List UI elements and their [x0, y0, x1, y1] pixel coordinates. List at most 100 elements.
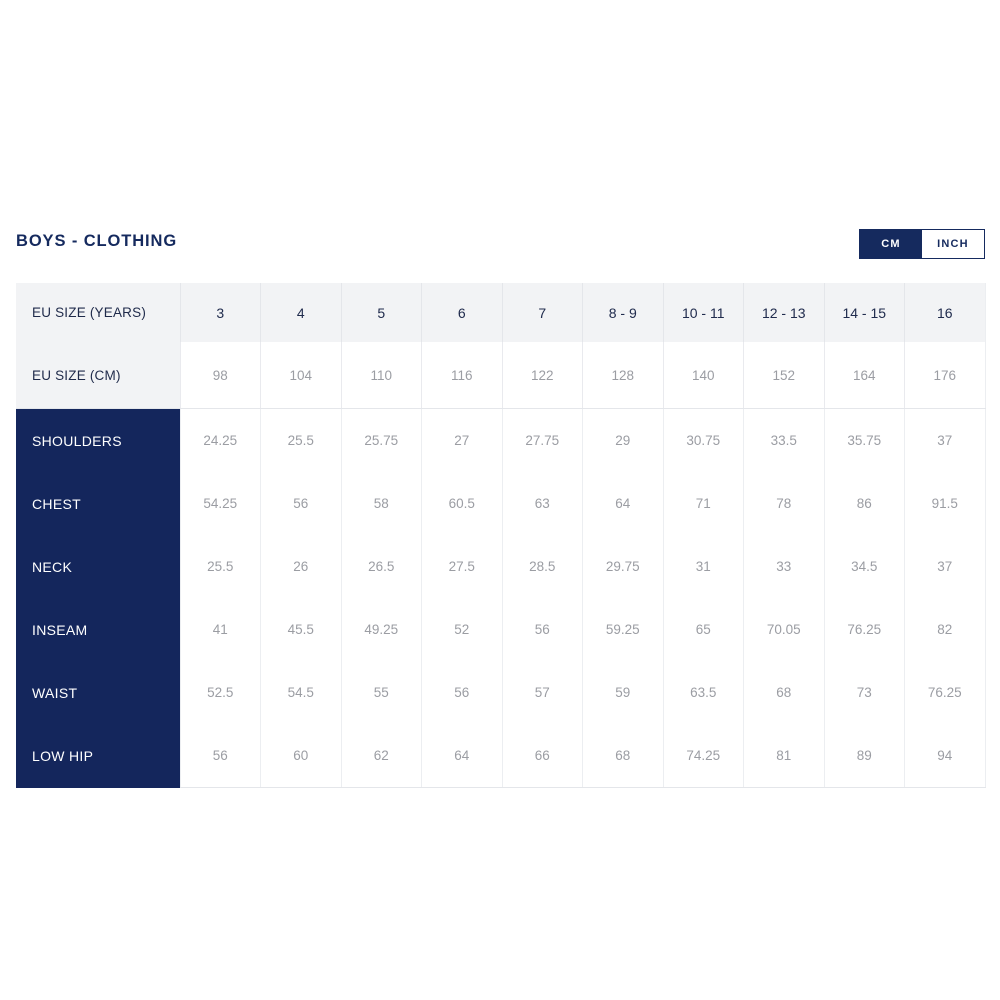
- column-header-size: 7: [501, 283, 583, 342]
- unit-toggle-inch-button[interactable]: INCH: [922, 230, 984, 258]
- measurement-value: 78: [743, 472, 824, 535]
- column-header-size: 8 - 9: [582, 283, 663, 342]
- measurement-value: 74.25: [662, 724, 744, 788]
- header-label-eu-size-years: EU SIZE (YEARS): [16, 283, 180, 342]
- unit-toggle-cm-button[interactable]: CM: [860, 230, 922, 258]
- column-header-size: 14 - 15: [823, 283, 905, 342]
- measurement-value: 60: [260, 724, 341, 788]
- column-header-size: 3: [179, 283, 261, 342]
- measurement-value: 71: [662, 472, 744, 535]
- size-chart-page: BOYS - CLOTHING CM INCH EU SIZE (YEARS) …: [0, 0, 1000, 1000]
- column-header-cm: 152: [743, 342, 824, 409]
- measurement-value: 56: [260, 472, 341, 535]
- column-header-cm: 98: [179, 342, 261, 409]
- measurement-value: 33.5: [743, 408, 824, 472]
- measurement-value: 25.5: [260, 408, 341, 472]
- unit-toggle[interactable]: CM INCH: [859, 229, 985, 259]
- measurement-value: 64: [582, 472, 663, 535]
- measurement-value: 81: [743, 724, 824, 788]
- header-row-eu-size-years: EU SIZE (YEARS) 3 4 5 6 7 8 - 9 10 - 11 …: [16, 283, 986, 342]
- measurement-value: 29.75: [582, 535, 663, 598]
- chart-header: BOYS - CLOTHING CM INCH: [16, 226, 985, 266]
- table-row: LOW HIP 56 60 62 64 66 68 74.25 81 89 94: [16, 724, 986, 788]
- header-row-eu-size-cm: EU SIZE (CM) 98 104 110 116 122 128 140 …: [16, 342, 986, 409]
- measurement-value: 65: [662, 598, 744, 661]
- measurement-value: 59: [582, 661, 663, 724]
- measurement-value: 29: [582, 408, 663, 472]
- measurement-value: 55: [340, 661, 422, 724]
- table-body: SHOULDERS 24.25 25.5 25.75 27 27.75 29 3…: [16, 408, 986, 788]
- column-header-cm: 116: [421, 342, 502, 409]
- measurement-label: WAIST: [16, 661, 180, 724]
- measurement-value: 94: [904, 724, 986, 788]
- column-header-cm: 104: [260, 342, 341, 409]
- column-header-cm: 140: [662, 342, 744, 409]
- column-header-cm: 128: [582, 342, 663, 409]
- measurement-value: 26.5: [340, 535, 422, 598]
- column-header-size: 6: [421, 283, 502, 342]
- measurement-value: 68: [743, 661, 824, 724]
- header-label-eu-size-cm: EU SIZE (CM): [16, 342, 180, 409]
- measurement-value: 31: [662, 535, 744, 598]
- measurement-value: 89: [823, 724, 905, 788]
- table-row: SHOULDERS 24.25 25.5 25.75 27 27.75 29 3…: [16, 408, 986, 472]
- measurement-label: CHEST: [16, 472, 180, 535]
- column-header-size: 12 - 13: [743, 283, 824, 342]
- measurement-value: 58: [340, 472, 422, 535]
- measurement-value: 52: [421, 598, 502, 661]
- table-row: WAIST 52.5 54.5 55 56 57 59 63.5 68 73 7…: [16, 661, 986, 724]
- measurement-value: 54.5: [260, 661, 341, 724]
- measurement-value: 57: [501, 661, 583, 724]
- measurement-label: NECK: [16, 535, 180, 598]
- measurement-value: 70.05: [743, 598, 824, 661]
- measurement-value: 59.25: [582, 598, 663, 661]
- measurement-value: 82: [904, 598, 986, 661]
- measurement-value: 28.5: [501, 535, 583, 598]
- size-table-container: EU SIZE (YEARS) 3 4 5 6 7 8 - 9 10 - 11 …: [16, 283, 986, 788]
- column-header-size: 10 - 11: [662, 283, 744, 342]
- measurement-value: 37: [904, 408, 986, 472]
- measurement-value: 35.75: [823, 408, 905, 472]
- measurement-value: 27.5: [421, 535, 502, 598]
- table-header: EU SIZE (YEARS) 3 4 5 6 7 8 - 9 10 - 11 …: [16, 283, 986, 409]
- measurement-value: 56: [179, 724, 261, 788]
- measurement-value: 56: [421, 661, 502, 724]
- measurement-value: 64: [421, 724, 502, 788]
- measurement-label: LOW HIP: [16, 724, 180, 788]
- measurement-value: 91.5: [904, 472, 986, 535]
- measurement-value: 56: [501, 598, 583, 661]
- measurement-value: 68: [582, 724, 663, 788]
- table-row: NECK 25.5 26 26.5 27.5 28.5 29.75 31 33 …: [16, 535, 986, 598]
- column-header-size: 4: [260, 283, 341, 342]
- measurement-value: 73: [823, 661, 905, 724]
- column-header-size: 16: [904, 283, 986, 342]
- measurement-value: 30.75: [662, 408, 744, 472]
- measurement-value: 25.75: [340, 408, 422, 472]
- measurement-value: 62: [340, 724, 422, 788]
- page-title: BOYS - CLOTHING: [16, 232, 178, 250]
- column-header-cm: 176: [904, 342, 986, 409]
- measurement-value: 25.5: [179, 535, 261, 598]
- column-header-cm: 122: [501, 342, 583, 409]
- size-chart-table: EU SIZE (YEARS) 3 4 5 6 7 8 - 9 10 - 11 …: [16, 283, 986, 788]
- measurement-value: 52.5: [179, 661, 261, 724]
- measurement-value: 60.5: [421, 472, 502, 535]
- measurement-value: 27: [421, 408, 502, 472]
- measurement-value: 41: [179, 598, 261, 661]
- measurement-label: SHOULDERS: [16, 408, 180, 472]
- measurement-value: 26: [260, 535, 341, 598]
- measurement-value: 45.5: [260, 598, 341, 661]
- measurement-value: 76.25: [823, 598, 905, 661]
- table-row: CHEST 54.25 56 58 60.5 63 64 71 78 86 91…: [16, 472, 986, 535]
- measurement-value: 37: [904, 535, 986, 598]
- column-header-cm: 164: [823, 342, 905, 409]
- measurement-value: 24.25: [179, 408, 261, 472]
- measurement-value: 27.75: [501, 408, 583, 472]
- measurement-value: 33: [743, 535, 824, 598]
- measurement-label: INSEAM: [16, 598, 180, 661]
- table-row: INSEAM 41 45.5 49.25 52 56 59.25 65 70.0…: [16, 598, 986, 661]
- measurement-value: 63.5: [662, 661, 744, 724]
- measurement-value: 63: [501, 472, 583, 535]
- measurement-value: 34.5: [823, 535, 905, 598]
- measurement-value: 66: [501, 724, 583, 788]
